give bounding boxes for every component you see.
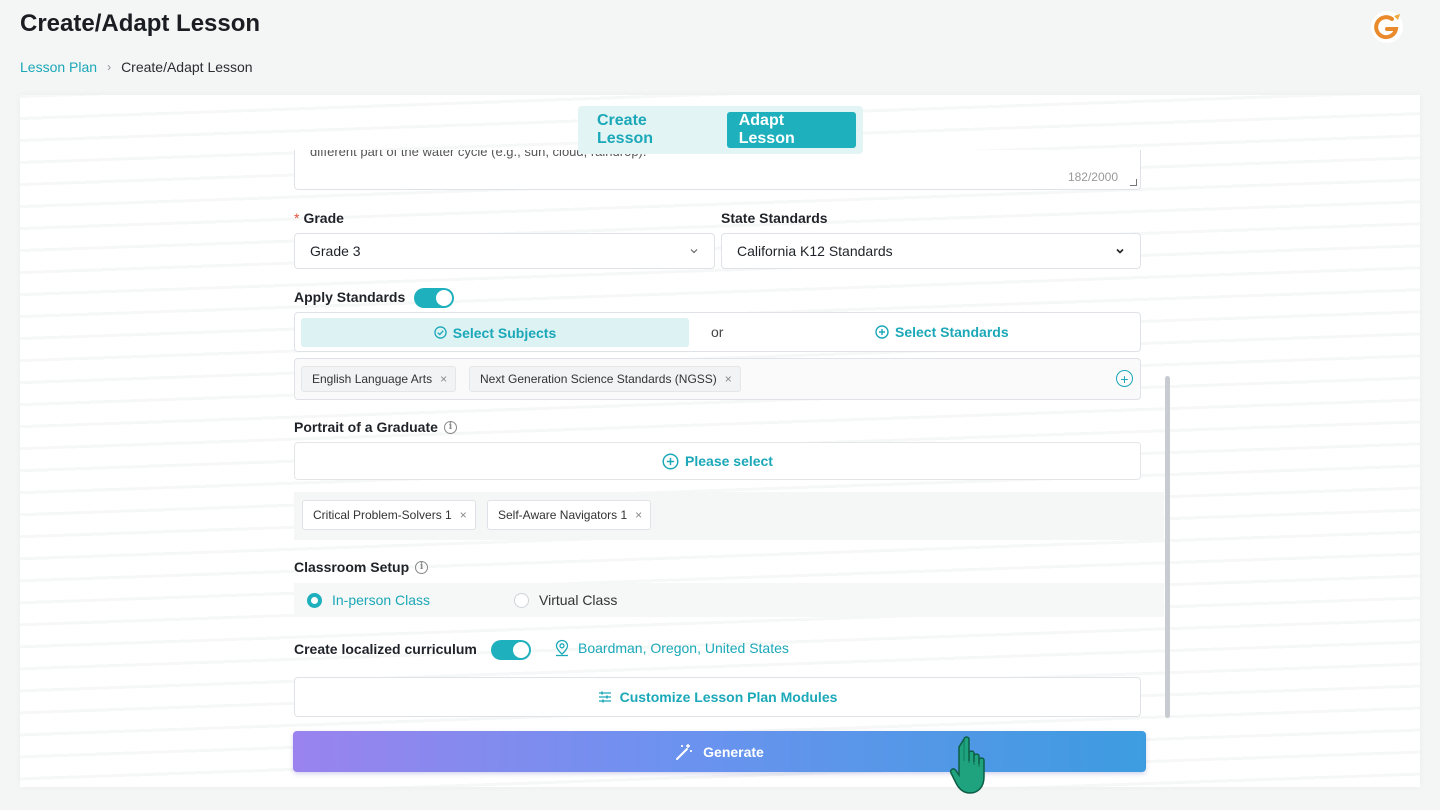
required-marker: * [294, 210, 300, 226]
generate-label: Generate [703, 743, 764, 760]
classroom-setup-radio-group: In-person Class Virtual Class [294, 583, 1164, 617]
generate-button[interactable]: Generate [293, 731, 1146, 772]
portrait-tag-label: Critical Problem-Solvers 1 [313, 508, 452, 522]
remove-tag-icon[interactable]: × [460, 508, 467, 522]
form-scrollbar[interactable] [1165, 376, 1170, 718]
breadcrumb-chevron-icon: › [107, 60, 112, 74]
breadcrumb-lesson-plan[interactable]: Lesson Plan [20, 59, 97, 75]
grade-label-text: Grade [303, 210, 344, 226]
apply-standards-toggle[interactable] [414, 288, 454, 308]
location-text: Boardman, Oregon, United States [578, 640, 789, 656]
portrait-graduate-label-text: Portrait of a Graduate [294, 419, 438, 435]
subject-tag: English Language Arts × [301, 366, 457, 392]
tab-create-lesson[interactable]: Create Lesson [585, 112, 719, 148]
apply-standards-label-text: Apply Standards [294, 289, 406, 305]
page-title: Create/Adapt Lesson [20, 10, 261, 37]
classroom-setup-label: Classroom Setup i [294, 559, 429, 575]
customize-modules-button[interactable]: Customize Lesson Plan Modules [294, 677, 1141, 717]
info-icon[interactable]: i [415, 560, 429, 574]
add-subject-icon[interactable]: + [1116, 370, 1133, 387]
app-logo-icon[interactable] [1370, 10, 1404, 44]
grade-select[interactable]: Grade 3 [294, 233, 715, 269]
toggle-knob [436, 290, 452, 306]
toggle-knob [513, 642, 529, 658]
localized-curriculum-label-text: Create localized curriculum [294, 641, 477, 657]
resize-handle-icon[interactable] [1130, 179, 1137, 186]
select-subjects-label: Select Subjects [452, 324, 557, 341]
remove-tag-icon[interactable]: × [440, 372, 447, 386]
plus-circle-icon [875, 325, 889, 339]
remove-tag-icon[interactable]: × [635, 508, 642, 522]
customize-modules-label: Customize Lesson Plan Modules [619, 689, 838, 705]
portrait-tag-label: Self-Aware Navigators 1 [498, 508, 628, 522]
apply-standards-label: Apply Standards [294, 289, 405, 305]
portrait-tag: Self-Aware Navigators 1 × [487, 500, 652, 530]
or-separator: or [711, 324, 724, 340]
plus-circle-icon [662, 452, 679, 470]
magic-wand-icon [676, 743, 693, 760]
mode-switch: Create Lesson Adapt Lesson [578, 106, 863, 154]
state-standards-value: California K12 Standards [737, 243, 893, 259]
remove-tag-icon[interactable]: × [725, 372, 732, 386]
portrait-tags: Critical Problem-Solvers 1 × Self-Aware … [294, 492, 1164, 540]
select-standards-label: Select Standards [895, 324, 1009, 340]
portrait-tag: Critical Problem-Solvers 1 × [302, 500, 476, 530]
subject-tag-label: Next Generation Science Standards (NGSS) [480, 372, 717, 386]
select-subjects-button[interactable]: Select Subjects [301, 318, 689, 347]
location-link[interactable]: Boardman, Oregon, United States [554, 639, 789, 657]
hand-pointer-icon [949, 736, 985, 794]
portrait-graduate-label: Portrait of a Graduate i [294, 419, 457, 435]
virtual-label[interactable]: Virtual Class [539, 592, 617, 608]
virtual-radio[interactable] [514, 593, 529, 608]
subject-tag: Next Generation Science Standards (NGSS)… [469, 366, 741, 392]
info-icon[interactable]: i [443, 420, 457, 434]
chevron-down-icon [1116, 248, 1124, 254]
please-select-label: Please select [685, 453, 773, 469]
breadcrumb: Lesson Plan › Create/Adapt Lesson [20, 59, 253, 75]
state-standards-label-text: State Standards [721, 210, 828, 226]
localized-curriculum-label: Create localized curriculum [294, 641, 477, 657]
chevron-down-icon [690, 249, 698, 254]
standards-source-picker: Select Subjects or Select Standards [294, 312, 1141, 352]
lesson-description-textarea[interactable]: different part of the water cycle (e.g.,… [294, 150, 1141, 190]
classroom-setup-label-text: Classroom Setup [294, 559, 410, 575]
in-person-radio[interactable] [307, 593, 322, 608]
localized-curriculum-toggle[interactable] [491, 640, 531, 660]
subject-tags-box: English Language Arts × Next Generation … [294, 358, 1141, 400]
state-standards-select[interactable]: California K12 Standards [721, 233, 1141, 269]
in-person-label[interactable]: In-person Class [332, 592, 430, 608]
tab-adapt-lesson[interactable]: Adapt Lesson [726, 112, 856, 148]
sliders-icon [598, 691, 611, 703]
select-standards-button[interactable]: Select Standards [875, 324, 1009, 340]
breadcrumb-current: Create/Adapt Lesson [121, 59, 253, 75]
check-circle-icon [434, 326, 447, 339]
char-count: 182/2000 [1067, 170, 1118, 184]
state-standards-label: State Standards [721, 210, 828, 226]
map-pin-icon [555, 639, 569, 657]
page-header: Create/Adapt Lesson Lesson Plan › Create… [0, 0, 1440, 92]
grade-value: Grade 3 [310, 243, 361, 259]
subject-tag-label: English Language Arts [312, 372, 433, 386]
portrait-please-select-button[interactable]: Please select [294, 442, 1141, 480]
grade-label: * Grade [294, 210, 344, 226]
